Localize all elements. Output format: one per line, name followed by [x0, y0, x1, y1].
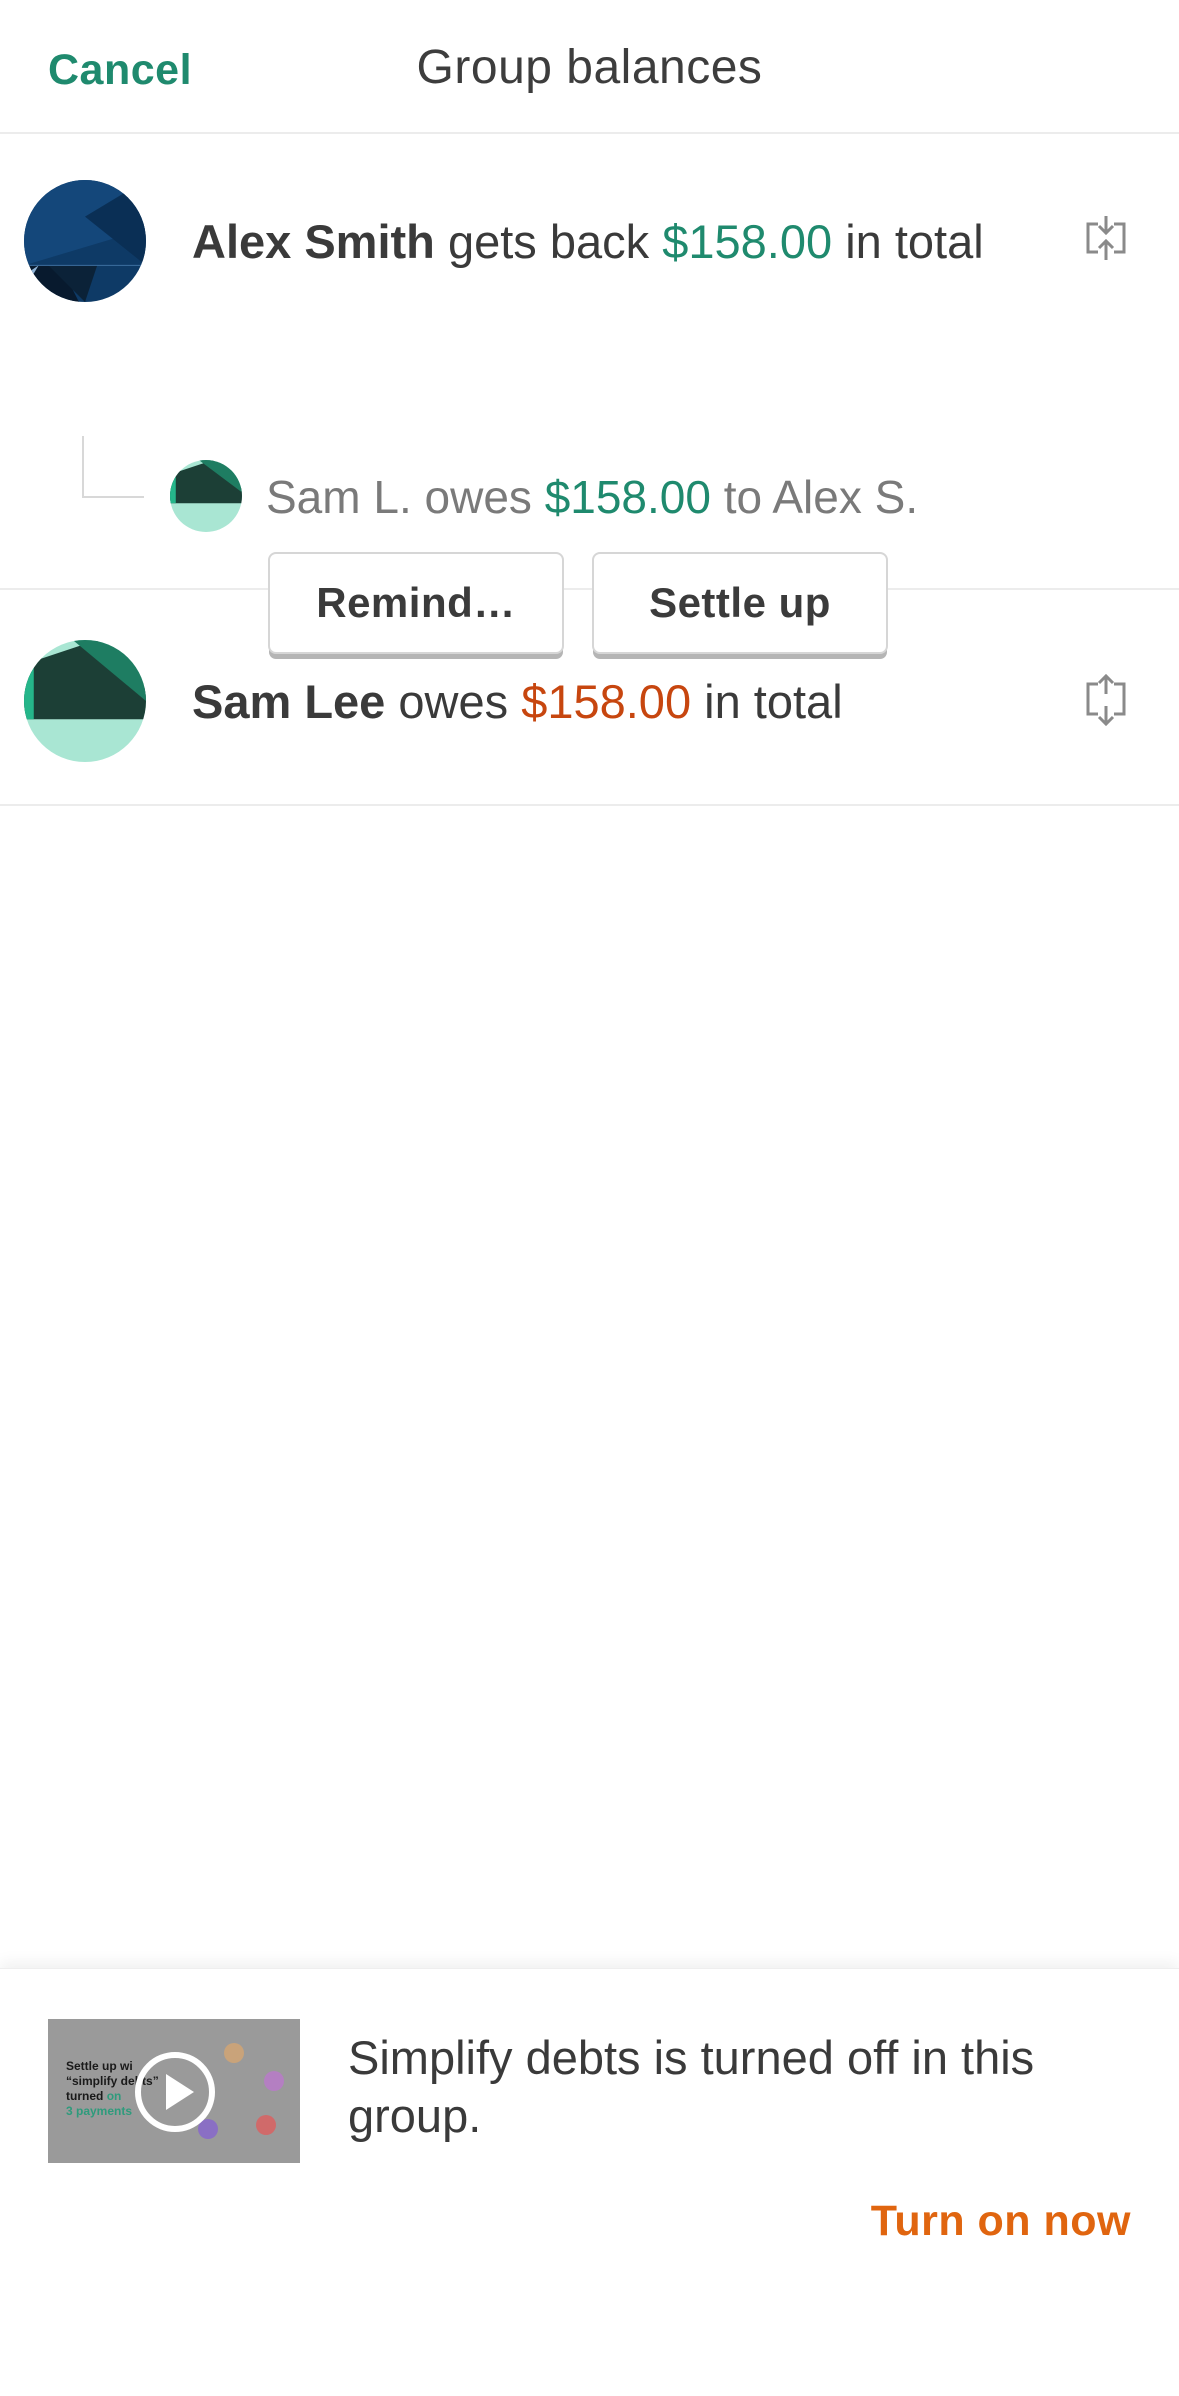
simplify-debts-panel: Settle up wi “simplify debts” turned on … — [0, 1968, 1179, 2396]
balance-summary-sam: Sam Lee owes $158.00 in total — [192, 675, 843, 728]
thumbnail-avatar-dot — [224, 2043, 244, 2063]
avatar — [24, 180, 146, 302]
debt-detail: Sam L. owes $158.00 to Alex S. — [266, 471, 919, 523]
thumbnail-avatar-dot — [256, 2115, 276, 2135]
balance-amount: $158.00 — [662, 215, 833, 268]
balance-summary-alex: Alex Smith gets back $158.00 in total — [192, 215, 984, 268]
avatar-sam-small-image — [170, 460, 242, 532]
avatar — [24, 640, 146, 762]
collapse-icon[interactable] — [1078, 212, 1134, 268]
tree-connector — [82, 436, 144, 498]
member-name: Sam Lee — [192, 675, 386, 728]
avatar-alex-image — [24, 180, 146, 302]
video-thumbnail[interactable]: Settle up wi “simplify debts” turned on … — [48, 2019, 300, 2163]
page-title: Group balances — [416, 41, 763, 94]
nav-bar: Cancel Group balances — [0, 0, 1179, 134]
turn-on-now-button[interactable]: Turn on now — [871, 2197, 1131, 2246]
avatar-sam-image — [24, 640, 146, 762]
play-icon — [135, 2052, 215, 2132]
thumbnail-avatar-dot — [264, 2071, 284, 2091]
avatar — [170, 460, 242, 532]
member-name: Alex Smith — [192, 215, 435, 268]
simplify-debts-message: Simplify debts is turned off in this gro… — [348, 2031, 1035, 2142]
debt-amount: $158.00 — [544, 471, 711, 523]
balance-row-alex[interactable]: Alex Smith gets back $158.00 in total Sa… — [0, 134, 1179, 654]
balance-amount: $158.00 — [521, 675, 692, 728]
balance-row-sam[interactable]: Sam Lee owes $158.00 in total — [0, 590, 1179, 806]
expand-icon[interactable] — [1078, 672, 1134, 728]
